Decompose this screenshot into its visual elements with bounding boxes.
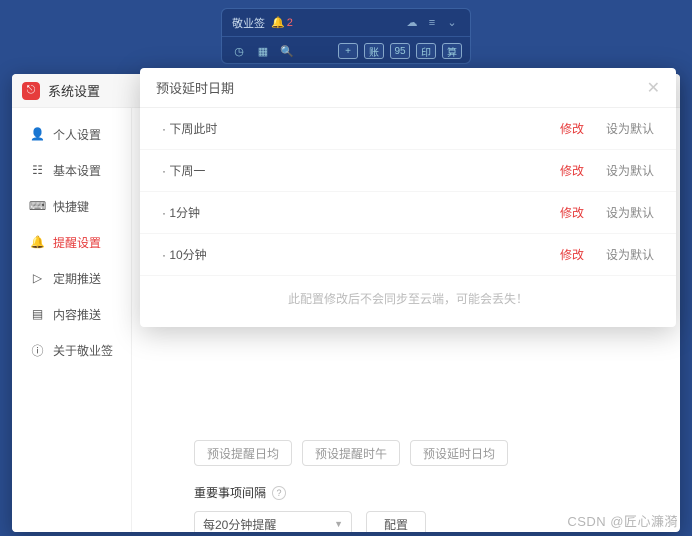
volume-label: 声音播放音量 — [194, 145, 652, 162]
menu-icon[interactable]: ≡ — [424, 15, 440, 31]
chevron-down-icon[interactable]: ⌄ — [444, 15, 460, 31]
sidebar-item-reminder[interactable]: 🔔提醒设置 — [12, 224, 131, 260]
sidebar: 👤个人设置 ☷基本设置 ⌨快捷键 🔔提醒设置 ▷定期推送 ▤内容推送 ⓘ关于敬业… — [12, 108, 132, 532]
topbar-btn-2[interactable]: 印 — [416, 43, 436, 59]
bell-icon: 🔔 — [30, 235, 45, 250]
sidebar-item-personal[interactable]: 👤个人设置 — [12, 116, 131, 152]
window-title: 系统设置 — [48, 81, 100, 100]
play-icon: ▷ — [30, 271, 45, 286]
add-icon[interactable]: + — [338, 43, 358, 59]
sliders-icon: ☷ — [30, 163, 45, 178]
main-panel: ✓ 提醒广音默认 声音播放音量 59/100 预设提醒日均 预设提醒时午 预设延… — [132, 108, 680, 532]
slider-thumb[interactable] — [376, 168, 390, 182]
sound-checkbox-row[interactable]: ✓ 提醒广音默认 — [150, 122, 652, 139]
chevron-down-icon: ▼ — [334, 519, 343, 529]
sidebar-item-basic[interactable]: ☷基本设置 — [12, 152, 131, 188]
volume-slider[interactable]: 59/100 — [194, 172, 514, 178]
desktop-topbar: 敬业签 🔔2 ☁ ≡ ⌄ ◷ ▦ 🔍 + 账 95 印 算 — [221, 8, 471, 64]
search-icon[interactable]: 🔍 — [278, 42, 296, 60]
sidebar-item-about[interactable]: ⓘ关于敬业签 — [12, 332, 131, 368]
doc-icon: ▤ — [30, 307, 45, 322]
topbar-btn-1[interactable]: 95 — [390, 43, 410, 59]
config-button[interactable]: 配置 — [366, 511, 426, 532]
bell-icon[interactable]: 🔔2 — [271, 16, 293, 29]
preset-buttons: 预设提醒日均 预设提醒时午 预设延时日均 — [194, 440, 652, 466]
preset-btn-0[interactable]: 预设提醒日均 — [194, 440, 292, 466]
user-icon: 👤 — [30, 127, 45, 142]
interval-label: 重要事项间隔 — [194, 484, 266, 501]
minimize-button[interactable]: — — [622, 79, 646, 103]
help-icon[interactable]: ? — [272, 486, 286, 500]
interval-select[interactable]: 每20分钟提醒▼ — [194, 511, 352, 532]
titlebar: ⎋ 系统设置 — ✕ — [12, 74, 680, 108]
keyboard-icon: ⌨ — [30, 199, 45, 214]
topbar-title: 敬业签 — [232, 15, 265, 31]
settings-window: ⎋ 系统设置 — ✕ 👤个人设置 ☷基本设置 ⌨快捷键 🔔提醒设置 ▷定期推送 … — [12, 74, 680, 532]
slider-fill — [194, 172, 383, 178]
topbar-btn-0[interactable]: 账 — [364, 43, 384, 59]
preset-btn-2[interactable]: 预设延时日均 — [410, 440, 508, 466]
app-icon: ⎋ — [22, 82, 40, 100]
calendar-icon[interactable]: ▦ — [254, 42, 272, 60]
cloud-icon[interactable]: ☁ — [404, 15, 420, 31]
clock-icon[interactable]: ◷ — [230, 42, 248, 60]
info-icon: ⓘ — [30, 343, 45, 358]
sidebar-item-push[interactable]: ▷定期推送 — [12, 260, 131, 296]
close-button[interactable]: ✕ — [646, 79, 670, 103]
slider-value: 59/100 — [534, 167, 571, 181]
sidebar-item-content[interactable]: ▤内容推送 — [12, 296, 131, 332]
preset-btn-1[interactable]: 预设提醒时午 — [302, 440, 400, 466]
topbar-btn-3[interactable]: 算 — [442, 43, 462, 59]
watermark: CSDN @匠心濂漪 — [567, 511, 678, 530]
sidebar-item-shortcut[interactable]: ⌨快捷键 — [12, 188, 131, 224]
checkbox-checked-icon: ✓ — [150, 124, 163, 137]
